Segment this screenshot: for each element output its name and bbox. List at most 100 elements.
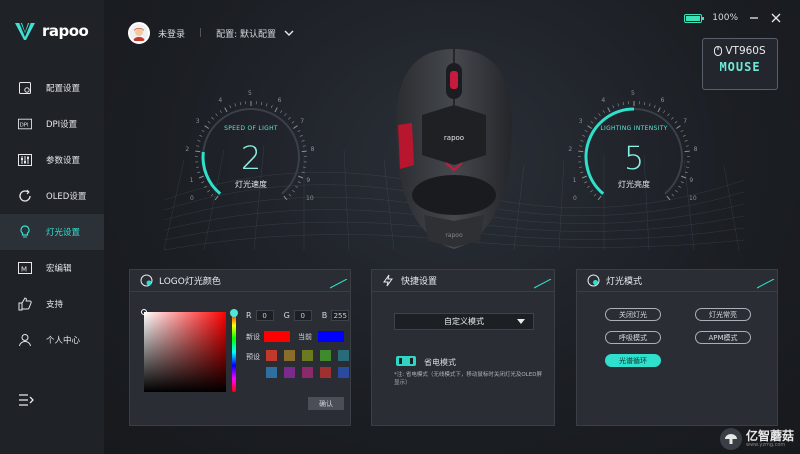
gauge-tick-label: 9 [306, 176, 311, 184]
gauge-tick-label: 8 [310, 146, 315, 154]
preset-color-swatch[interactable] [266, 350, 277, 361]
mode-spectrum-button[interactable]: 光谱循环 [605, 354, 661, 367]
picker-handle[interactable] [141, 309, 147, 315]
gauge-tick [666, 195, 671, 201]
preset-color-swatch[interactable] [284, 350, 295, 361]
preset-color-swatch[interactable] [302, 350, 313, 361]
chevron-down-icon[interactable] [284, 29, 294, 37]
collapse-menu-icon[interactable] [18, 392, 34, 408]
gauge-tick [211, 117, 214, 120]
sidebar-item-oled[interactable]: OLED设置 [0, 178, 104, 214]
gauge-tick [644, 102, 646, 106]
macro-icon: M [18, 261, 32, 275]
close-icon[interactable] [770, 12, 782, 24]
r-input[interactable]: 0 [255, 310, 274, 321]
mode-steady-button[interactable]: 灯光常亮 [695, 308, 751, 321]
avatar-icon [133, 28, 145, 41]
light-speed-gauge[interactable]: SPEED OF LIGHT 2 灯光速度 0 10 1 2 3 4 5 6 7 8 9 [176, 90, 326, 215]
user-icon [18, 333, 32, 347]
gauge-tick [207, 121, 211, 124]
gauge-tick-label: 7 [683, 117, 688, 125]
mode-apm-button[interactable]: APM模式 [695, 331, 751, 344]
power-save-label: 省电模式 [424, 358, 456, 367]
preset-color-swatch[interactable] [320, 350, 331, 361]
sidebar-item-params[interactable]: 参数设置 [0, 142, 104, 178]
preset-color-swatch[interactable] [338, 367, 349, 378]
oled-icon [18, 189, 32, 203]
sidebar-item-lighting[interactable]: 灯光设置 [0, 214, 104, 250]
gauge-tick-label: 3 [578, 117, 583, 125]
b-input[interactable]: 255 [331, 310, 350, 321]
login-status[interactable]: 未登录 [158, 27, 185, 40]
corner-decoration [534, 279, 552, 289]
preset-color-swatch[interactable] [338, 350, 349, 361]
hue-slider[interactable] [230, 309, 238, 392]
palette-icon [140, 274, 153, 287]
mode-select-value: 自定义模式 [444, 317, 484, 326]
gauge-caption: SPEED OF LIGHT [224, 125, 278, 132]
mode-breathing-button[interactable]: 呼吸模式 [605, 331, 661, 344]
gauge-tick [597, 195, 602, 201]
main-area: 未登录 | 配置: 默认配置 100% VT960S MOUSE SPEED O… [104, 0, 800, 454]
gauge-tick-label: 2 [185, 146, 190, 154]
preset-label: 预设 [246, 353, 260, 361]
sidebar-item-support[interactable]: 支持 [0, 286, 104, 322]
gauge-tick-label: 8 [693, 146, 698, 154]
gauge-tick [261, 102, 263, 106]
gauge-tick [649, 103, 651, 107]
sidebar-item-macro[interactable]: M 宏编辑 [0, 250, 104, 286]
preset-color-swatch[interactable] [266, 367, 277, 378]
gauge-tick-label: 2 [568, 146, 573, 154]
sidebar-item-profile-center[interactable]: 个人中心 [0, 322, 104, 358]
lightbulb-icon [18, 225, 32, 239]
sidebar-item-label: DPI设置 [46, 120, 78, 130]
profile-selector-label[interactable]: 配置: 默认配置 [216, 27, 276, 40]
light-mode-icon [587, 274, 600, 287]
avatar[interactable] [128, 22, 150, 44]
sidebar-item-profile[interactable]: 配置设置 [0, 70, 104, 106]
mode-off-button[interactable]: 关闭灯光 [605, 308, 661, 321]
power-save-toggle[interactable] [396, 356, 416, 366]
hue-slider-handle[interactable] [230, 309, 238, 317]
light-intensity-gauge[interactable]: LIGHTING INTENSITY 5 灯光亮度 0 10 1 2 3 4 5 6 7 8 9 [559, 90, 709, 215]
gauge-tick [239, 102, 241, 106]
sidebar-item-dpi[interactable]: DPI DPI设置 [0, 106, 104, 142]
gauge-tick-label: 5 [248, 90, 252, 97]
sidebar-item-label: 宏编辑 [46, 264, 72, 274]
preset-color-swatch[interactable] [302, 367, 313, 378]
gauge-tick [224, 107, 228, 113]
gauge-tick [288, 193, 292, 197]
gauge-tick-label: 6 [660, 97, 665, 105]
dpi-icon: DPI [18, 117, 32, 131]
gauge-tick [682, 135, 686, 137]
preset-color-swatch[interactable] [320, 367, 331, 378]
device-type: MOUSE [719, 60, 761, 74]
header-bar: 未登录 | 配置: 默认配置 [128, 22, 294, 44]
color-saturation-picker[interactable] [141, 309, 226, 392]
confirm-button[interactable]: 确认 [308, 397, 344, 410]
sidebar-item-label: 参数设置 [46, 156, 81, 166]
gauge-tick [653, 105, 656, 109]
thumbs-up-icon [18, 297, 32, 311]
sidebar-item-label: 灯光设置 [46, 228, 81, 238]
mode-select[interactable]: 自定义模式 [394, 313, 534, 330]
panel-title: LOGO灯光颜色 [159, 277, 221, 287]
g-input[interactable]: 0 [293, 310, 312, 321]
gauge-tick [622, 102, 624, 106]
preset-color-swatch[interactable] [284, 367, 295, 378]
current-color-swatch [318, 331, 344, 342]
gauge-tick [280, 110, 283, 114]
sidebar-item-label: 配置设置 [46, 84, 81, 94]
r-label: R [246, 311, 252, 320]
panel-title: 快捷设置 [401, 277, 438, 287]
svg-text:rapoo: rapoo [444, 134, 464, 142]
gauge-tick [210, 193, 214, 197]
gauge-tick-label: 5 [631, 90, 635, 97]
window-controls: 100% [684, 12, 782, 24]
minimize-icon[interactable] [748, 12, 760, 24]
sliders-icon [18, 153, 32, 167]
gauge-tick-label: 9 [689, 176, 694, 184]
lightning-icon [383, 274, 393, 287]
gauge-tick [274, 107, 278, 113]
gauge-tick [674, 121, 678, 124]
